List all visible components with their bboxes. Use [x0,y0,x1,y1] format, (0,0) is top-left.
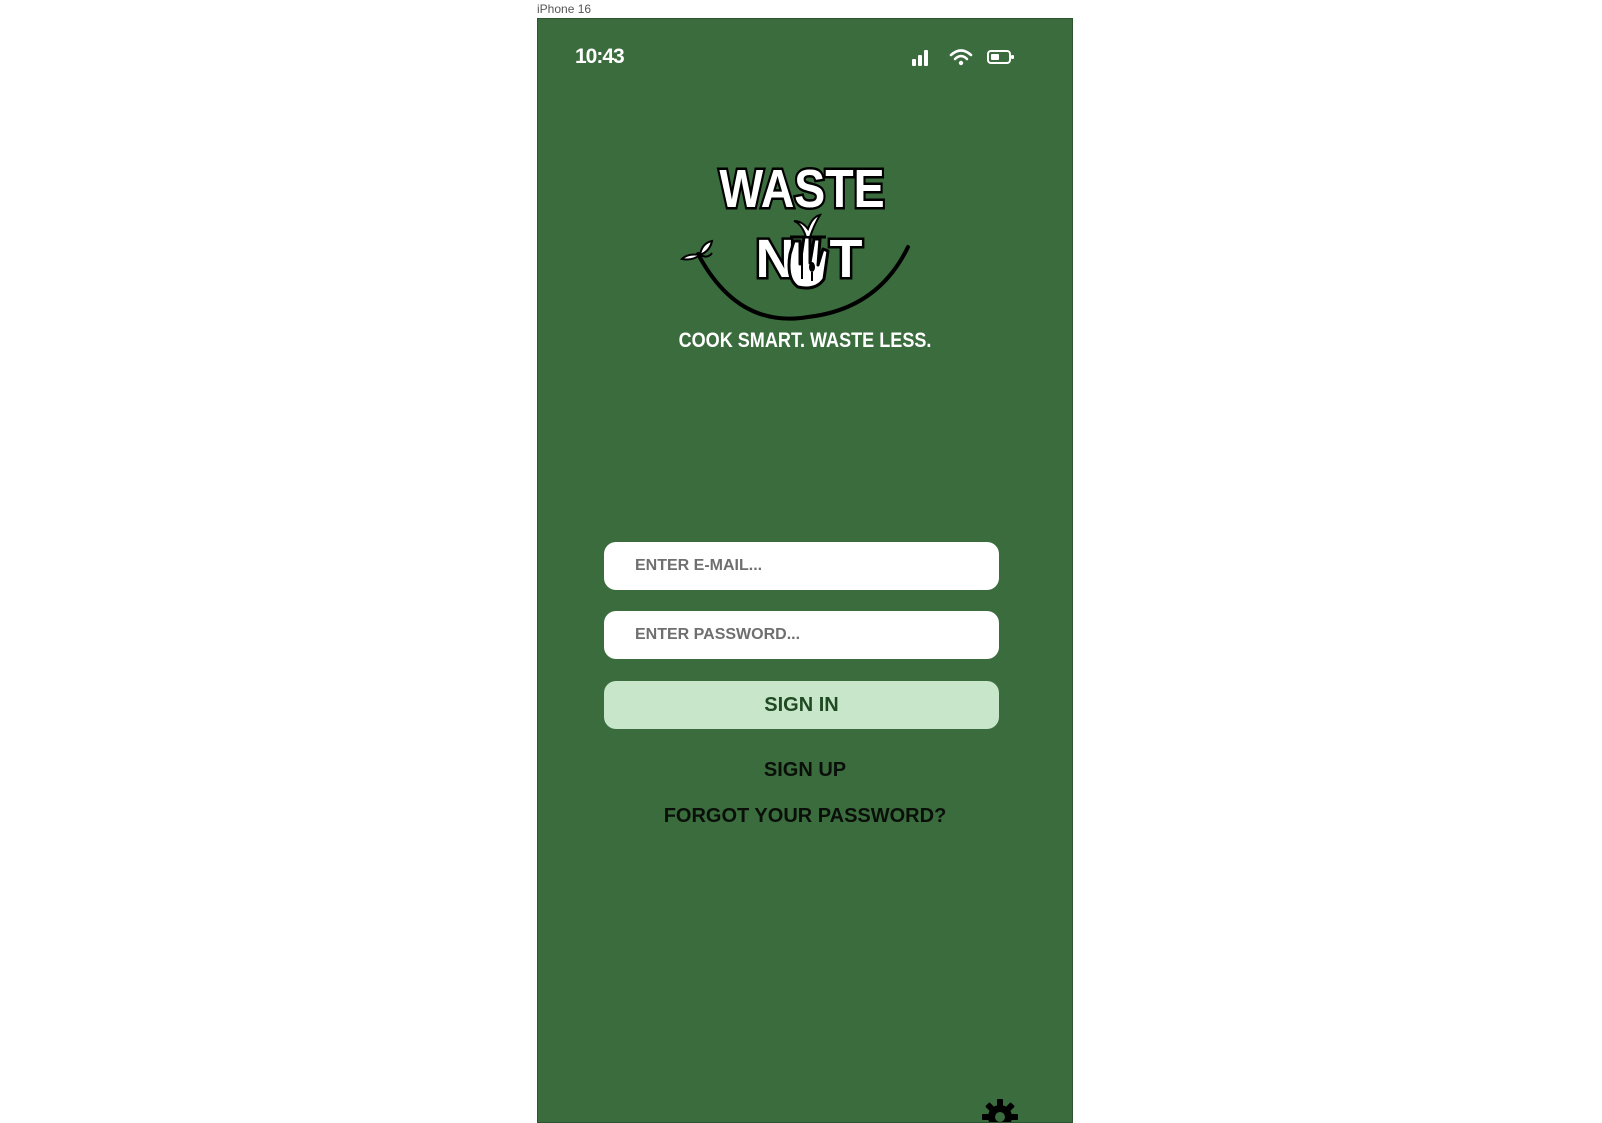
logo-letter-t: T [830,229,863,289]
hand-utensils-icon [787,213,830,290]
leaf-icon [679,239,714,261]
gear-icon[interactable] [980,1097,1020,1123]
sign-in-button[interactable]: SIGN IN [604,681,999,729]
email-input[interactable] [604,542,999,590]
forgot-password-link[interactable]: FORGOT YOUR PASSWORD? [538,805,1072,828]
logo-word-waste: WASTE [719,158,884,219]
status-bar: 10:43 [538,19,1072,79]
sign-up-link[interactable]: SIGN UP [538,759,1072,782]
frame-label: iPhone 16 [537,2,592,16]
waste-not-logo: WASTE N T [678,129,928,329]
tagline: COOK SMART. WASTE LESS. [678,329,932,352]
phone-screen: 10:43 WASTE N T COOK SMART. WASTE LESS. … [537,18,1073,1123]
status-time: 10:43 [575,45,625,68]
wifi-icon [949,49,973,66]
battery-icon [987,50,1014,64]
password-input[interactable] [604,611,999,659]
cellular-signal-icon [912,50,928,66]
logo-graphic: WASTE N T [679,155,910,321]
